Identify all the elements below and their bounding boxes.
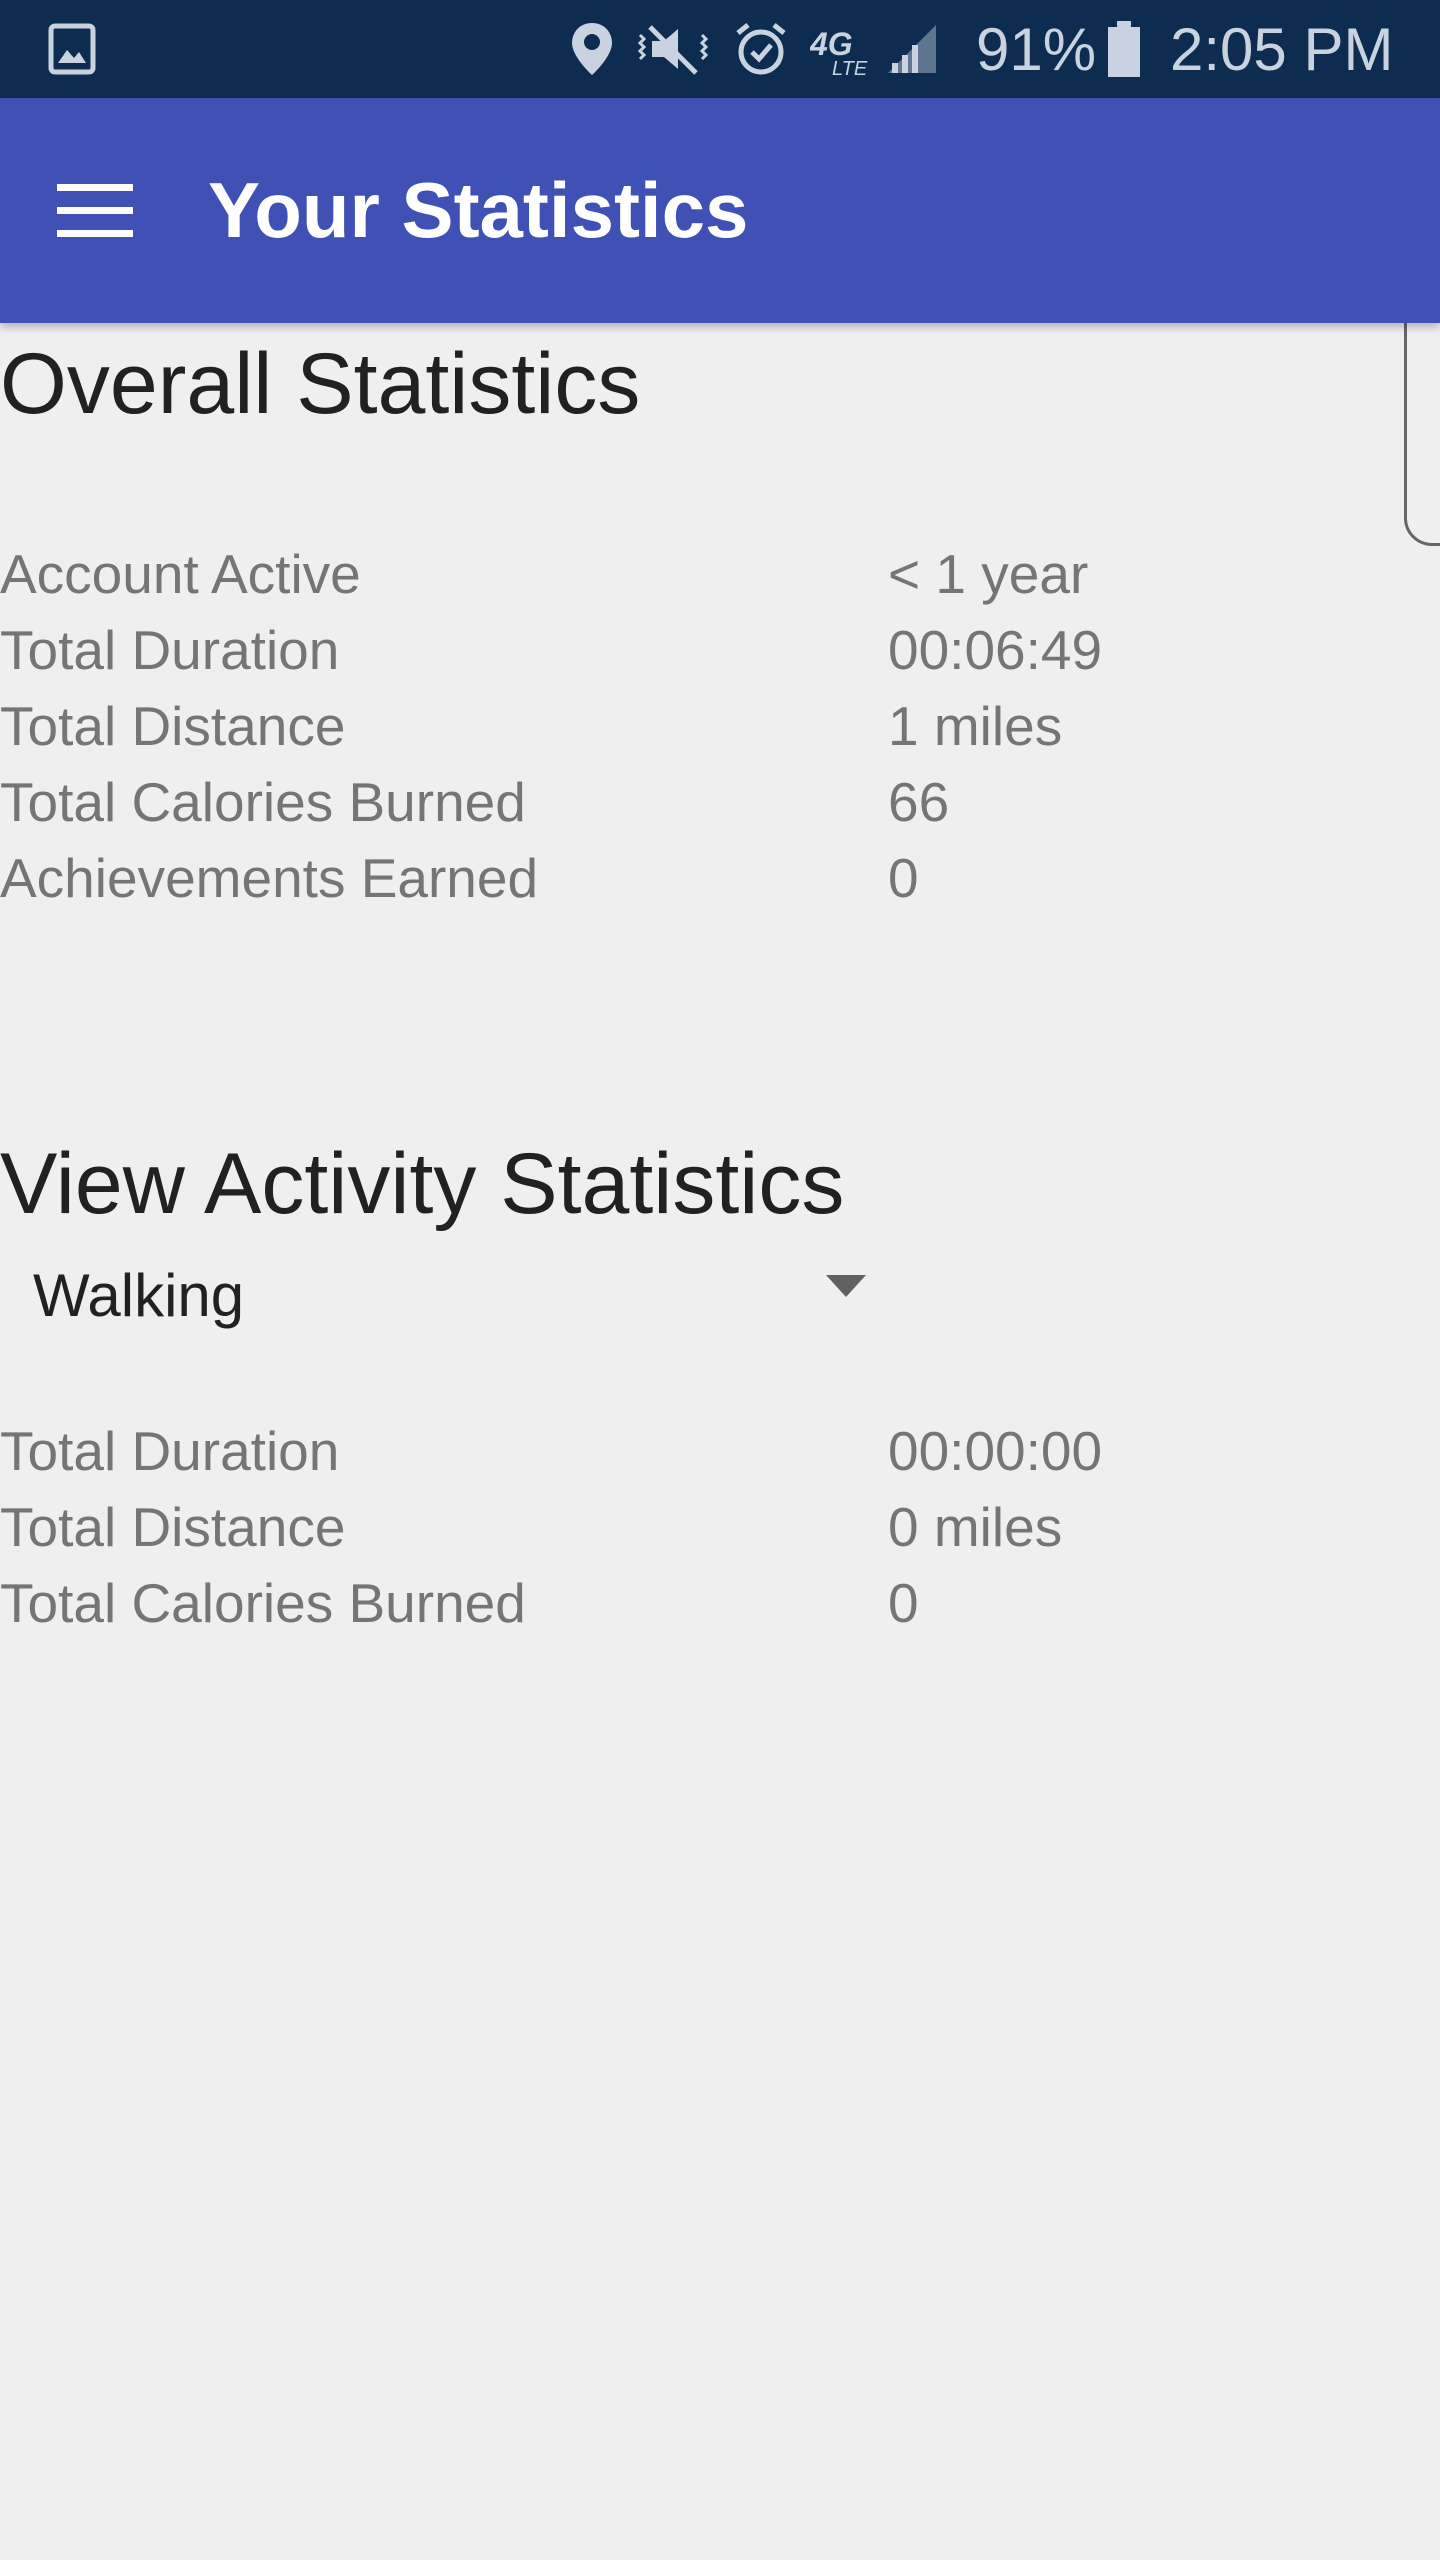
row-label: Total Duration [0,619,340,681]
row-value: 0 [888,847,919,909]
overall-statistics-title: Overall Statistics [0,336,641,432]
row-value: 1 miles [888,695,1063,757]
status-bar: 4G LTE 91% 2:05 PM [0,0,1440,98]
hamburger-menu-button[interactable] [40,158,150,268]
overall-row-achievements: Achievements Earned 0 [0,840,1200,916]
dropdown-selected-value: Walking [33,1261,245,1329]
signal-icon [884,0,940,98]
row-label: Total Distance [0,695,346,757]
hamburger-menu-icon [57,183,133,243]
row-label: Total Distance [0,1496,346,1558]
location-icon [570,0,614,98]
overall-row-total-calories: Total Calories Burned 66 [0,764,1200,840]
row-value: 00:06:49 [888,619,1103,681]
row-label: Account Active [0,543,361,605]
row-label: Total Calories Burned [0,771,526,833]
4g-lte-icon: 4G LTE [810,0,872,98]
row-value: 0 miles [888,1496,1063,1558]
network-type-label: 4G [810,26,853,62]
row-value: 66 [888,771,950,833]
row-label: Total Calories Burned [0,1572,526,1634]
overall-row-account-active: Account Active < 1 year [0,536,1200,612]
activity-type-dropdown[interactable]: Walking [0,1245,900,1345]
clock-time: 2:05 PM [1170,15,1394,83]
activity-row-total-duration: Total Duration 00:00:00 [0,1413,1200,1489]
row-value: 00:00:00 [888,1420,1103,1482]
activity-row-total-calories: Total Calories Burned 0 [0,1565,1200,1641]
battery-percent: 91% [976,15,1097,83]
activity-row-total-distance: Total Distance 0 miles [0,1489,1200,1565]
page-title: Your Statistics [208,166,749,254]
overall-row-total-duration: Total Duration 00:06:49 [0,612,1200,688]
dropdown-arrow-icon [826,1275,866,1299]
row-label: Total Duration [0,1420,340,1482]
vibrate-mute-icon [636,0,716,98]
gallery-icon [48,0,96,98]
row-label: Achievements Earned [0,847,539,909]
row-value: 0 [888,1572,919,1634]
activity-statistics-title: View Activity Statistics [0,1136,845,1232]
app-bar: Your Statistics [0,98,1440,323]
row-value: < 1 year [888,543,1089,605]
overall-row-total-distance: Total Distance 1 miles [0,688,1200,764]
alarm-icon [734,0,788,98]
svg-text:LTE: LTE [832,58,868,77]
battery-icon [1106,0,1142,98]
